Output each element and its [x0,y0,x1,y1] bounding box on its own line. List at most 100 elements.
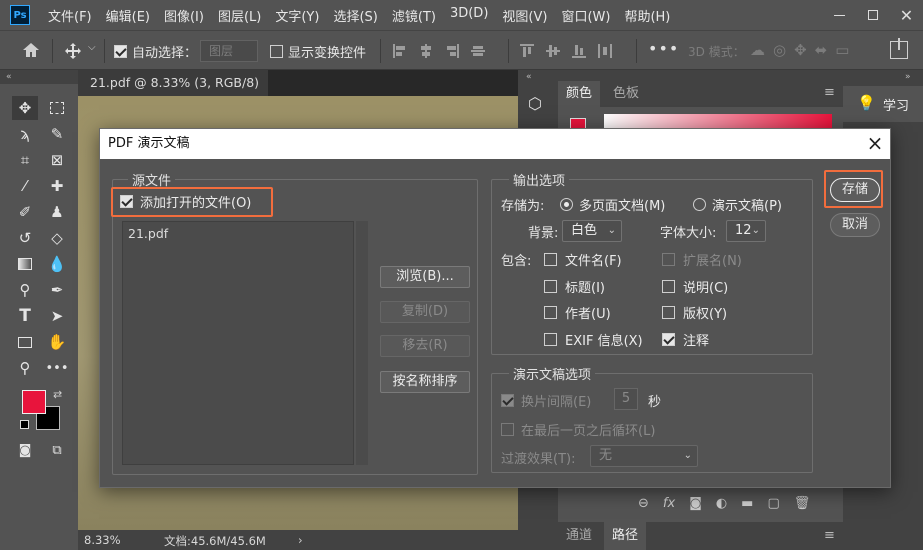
new-group-icon[interactable]: ▬ [741,496,753,511]
cancel-button[interactable]: 取消 [830,213,880,237]
quick-mask-icon[interactable]: ◙ [12,438,38,462]
file-list-scrollbar[interactable] [356,221,368,465]
add-open-files-checkbox[interactable]: 添加打开的文件(O) [120,192,251,211]
add-mask-icon[interactable]: ◙ [689,496,702,511]
font-size-select[interactable]: 12 ⌄ [726,220,766,242]
camera-3d-icon[interactable]: ▭ [835,41,849,59]
eyedropper-tool-icon[interactable]: ⁄ [12,174,38,198]
panel-collapse-icon[interactable]: « [526,72,532,82]
include-title-checkbox[interactable]: 标题(I) [544,277,605,296]
screen-mode-icon[interactable]: ⧉ [44,438,70,462]
include-exif-checkbox[interactable]: EXIF 信息(X) [544,330,643,349]
hand-tool-icon[interactable]: ✋ [44,330,70,354]
include-extension-check[interactable] [662,253,675,266]
tab-swatches[interactable]: 色板 [606,81,646,107]
include-description-check[interactable] [662,279,675,293]
foreground-color-swatch[interactable] [22,390,46,414]
save-button[interactable]: 存储 [830,178,880,202]
gradient-tool-icon[interactable] [12,252,38,276]
advance-seconds-input[interactable]: 5 [614,388,638,410]
slide-3d-icon[interactable]: ⬌ [815,41,828,59]
menu-window[interactable]: 窗口(W) [561,6,610,25]
presentation-radio[interactable]: 演示文稿(P) [693,195,782,214]
panel-expand-icon[interactable]: » [905,72,911,82]
menu-select[interactable]: 选择(S) [333,6,377,25]
include-description-checkbox[interactable]: 说明(C) [662,277,728,296]
add-open-files-check[interactable] [120,195,133,208]
status-arrow-icon[interactable]: › [298,533,303,547]
advance-check[interactable] [501,394,514,407]
document-tab[interactable]: 21.pdf @ 8.33% (3, RGB/8) * × [78,70,268,116]
align-hcenter-icon[interactable] [419,43,433,59]
minimize-icon[interactable] [822,0,856,30]
brush-tool-icon[interactable]: ✐ [12,200,38,224]
remove-button[interactable]: 移去(R) [380,335,470,357]
eraser-tool-icon[interactable]: ◇ [44,226,70,250]
path-select-tool-icon[interactable]: ➤ [44,304,70,328]
include-annotations-checkbox[interactable]: 注释 [662,330,709,349]
distribute-middle-icon[interactable] [546,43,560,59]
transition-select[interactable]: 无 ⌄ [590,445,698,467]
browse-button[interactable]: 浏览(B)... [380,266,470,288]
dodge-tool-icon[interactable]: ⚲ [12,278,38,302]
clone-stamp-icon[interactable]: ♟ [44,200,70,224]
move-tool-icon[interactable]: ✥ [12,96,38,120]
sort-by-name-button[interactable]: 按名称排序 [380,371,470,393]
frame-tool-icon[interactable]: ⊠ [44,148,70,172]
multipage-radio[interactable]: 多页面文档(M) [560,195,665,214]
include-copyright-check[interactable] [662,306,675,319]
distribute-spacing-icon[interactable] [598,43,612,59]
default-colors-icon[interactable] [20,420,29,429]
dialog-close-icon[interactable]: × [860,129,890,159]
marquee-tool-icon[interactable] [44,96,70,120]
advance-checkbox[interactable]: 换片间隔(E) [501,391,591,410]
zoom-tool-icon[interactable]: ⚲ [12,356,38,380]
link-layers-icon[interactable]: ⊖ [638,496,649,511]
include-title-check[interactable] [544,279,557,293]
learn-button[interactable]: 💡 学习 [843,86,923,122]
menu-filter[interactable]: 滤镜(T) [392,6,436,25]
crop-tool-icon[interactable]: ⌗ [12,148,38,172]
include-annotations-check[interactable] [662,332,675,346]
menu-edit[interactable]: 编辑(E) [106,6,150,25]
loop-check[interactable] [501,423,514,436]
distribute-top-icon[interactable] [520,43,534,59]
new-layer-icon[interactable]: ▢ [767,496,779,511]
lasso-tool-icon[interactable]: ϡ [12,122,38,146]
auto-select-dropdown[interactable]: 图层 [200,40,258,62]
multipage-radio-dot[interactable] [560,198,573,211]
panel-menu-icon[interactable]: ≡ [824,528,835,543]
adjustment-layer-icon[interactable]: ◐ [716,496,727,511]
maximize-icon[interactable] [856,0,890,30]
share-icon[interactable] [890,38,908,59]
pen-tool-icon[interactable]: ✒ [44,278,70,302]
zoom-level[interactable]: 8.33% [84,533,121,547]
move-tool-icon[interactable] [64,42,82,60]
include-author-check[interactable] [544,306,557,319]
presentation-radio-dot[interactable] [693,198,706,211]
include-author-checkbox[interactable]: 作者(U) [544,303,611,322]
include-copyright-checkbox[interactable]: 版权(Y) [662,303,727,322]
menu-3d[interactable]: 3D(D) [450,6,488,25]
loop-checkbox[interactable]: 在最后一页之后循环(L) [501,420,655,439]
fx-icon[interactable]: fx [663,496,675,511]
show-transform-checkbox[interactable] [270,44,283,59]
background-select[interactable]: 白色 ⌄ [562,220,622,242]
blur-tool-icon[interactable]: 💧 [44,252,70,276]
chevron-down-icon[interactable]: ⌵ [88,42,96,53]
menu-help[interactable]: 帮助(H) [624,6,670,25]
delete-layer-icon[interactable]: 🗑 [794,496,811,511]
home-icon[interactable] [22,42,40,58]
history-brush-icon[interactable]: ↺ [12,226,38,250]
auto-select-checkbox[interactable] [114,44,127,59]
align-left-icon[interactable] [393,43,407,59]
file-list-item[interactable]: 21.pdf [128,226,168,241]
duplicate-button[interactable]: 复制(D) [380,301,470,323]
tab-channels[interactable]: 通道 [558,522,600,550]
panel-menu-icon[interactable]: ≡ [824,85,835,100]
align-vcenter-icon[interactable] [471,43,485,59]
type-tool-icon[interactable]: T [12,304,38,328]
include-filename-check[interactable] [544,253,557,266]
quick-select-tool-icon[interactable]: ✎ [44,122,70,146]
align-right-icon[interactable] [445,43,459,59]
